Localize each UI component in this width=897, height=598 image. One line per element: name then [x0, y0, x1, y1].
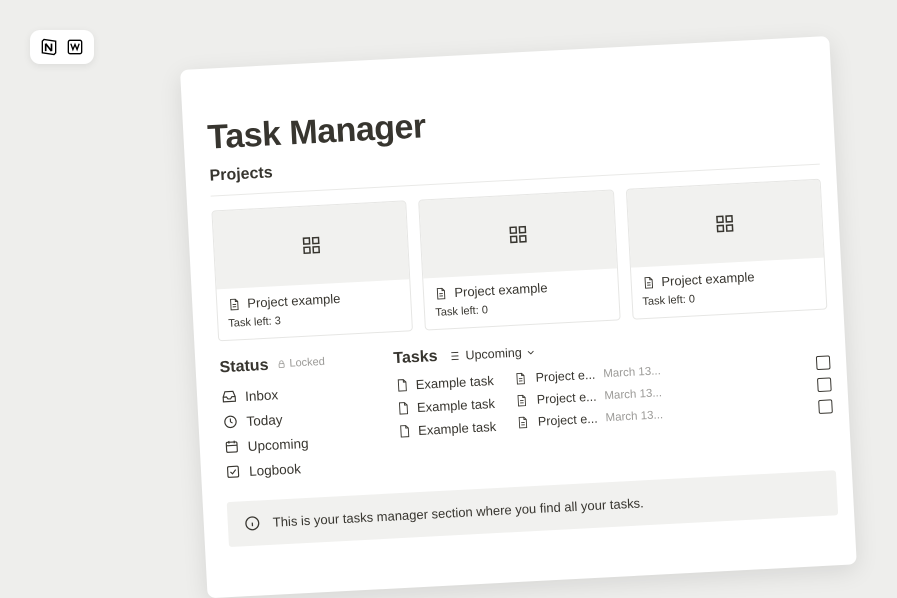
clock-icon — [222, 413, 239, 430]
project-title: Project example — [454, 280, 548, 300]
task-item[interactable]: Example task — [394, 373, 494, 393]
task-checkbox[interactable] — [818, 399, 833, 414]
project-subtext: Task left: 0 — [435, 298, 609, 319]
grid-icon — [508, 224, 529, 245]
app-logo-badges — [30, 30, 94, 64]
project-card[interactable]: Project example Task left: 0 — [418, 189, 620, 330]
page-icon — [641, 275, 656, 290]
tasks-left-list: Example task Example task — [394, 373, 496, 439]
locked-indicator: Locked — [276, 356, 325, 371]
page-icon — [434, 286, 449, 301]
status-item-inbox[interactable]: Inbox — [221, 381, 372, 405]
page-icon — [513, 371, 528, 386]
project-title: Project example — [661, 269, 755, 289]
status-item-label: Upcoming — [247, 435, 308, 453]
task-label: Example task — [417, 396, 496, 415]
project-cover — [212, 201, 409, 289]
task-label: Example task — [418, 419, 497, 438]
tasks-column: Tasks Upcoming — [393, 327, 835, 471]
lock-icon — [276, 359, 287, 370]
chevron-down-icon — [525, 346, 537, 358]
task-row-name: Project e... — [538, 412, 598, 429]
page-icon — [397, 423, 413, 439]
project-subtext: Task left: 3 — [228, 309, 402, 330]
info-icon — [243, 514, 261, 532]
secondary-logo-icon — [64, 36, 86, 58]
notion-logo-icon — [38, 36, 60, 58]
page-icon — [227, 297, 242, 312]
page-card: Task Manager Projects Project e — [180, 36, 857, 598]
task-row-date: March 13... — [603, 358, 809, 381]
grid-icon — [301, 235, 322, 256]
inbox-icon — [221, 388, 238, 405]
projects-gallery: Project example Task left: 3 — [211, 179, 827, 342]
project-card[interactable]: Project example Task left: 0 — [625, 179, 827, 320]
list-icon — [447, 349, 462, 364]
task-checkbox[interactable] — [817, 377, 832, 392]
task-row-date: March 13... — [605, 401, 811, 424]
task-item[interactable]: Example task — [397, 419, 497, 439]
status-heading: Status — [219, 357, 269, 378]
status-item-today[interactable]: Today — [222, 406, 373, 430]
page-icon — [396, 400, 412, 416]
locked-label: Locked — [289, 356, 325, 370]
project-title: Project example — [247, 291, 341, 311]
project-card[interactable]: Project example Task left: 3 — [211, 200, 413, 341]
grid-icon — [715, 213, 736, 234]
status-column: Status Locked Inbox — [219, 351, 375, 480]
tasks-right-list: Project e... March 13... Project e... Ma… — [513, 355, 833, 433]
status-item-label: Today — [246, 412, 283, 429]
view-switcher[interactable]: Upcoming — [447, 345, 537, 364]
callout-text: This is your tasks manager section where… — [272, 495, 644, 529]
task-row-date: March 13... — [604, 380, 810, 403]
task-row-name: Project e... — [536, 390, 596, 407]
project-cover — [419, 191, 616, 279]
task-item[interactable]: Example task — [396, 396, 496, 416]
status-item-logbook[interactable]: Logbook — [225, 456, 376, 480]
info-callout: This is your tasks manager section where… — [227, 470, 839, 547]
page-icon — [516, 415, 531, 430]
view-label: Upcoming — [465, 346, 522, 363]
checkbox-icon — [225, 463, 242, 480]
task-checkbox[interactable] — [816, 355, 831, 370]
status-item-label: Logbook — [249, 461, 302, 479]
page-icon — [514, 393, 529, 408]
task-label: Example task — [415, 373, 494, 392]
status-item-label: Inbox — [245, 387, 279, 404]
project-subtext: Task left: 0 — [642, 287, 816, 308]
task-row-name: Project e... — [535, 368, 595, 385]
tasks-heading: Tasks — [393, 348, 438, 368]
page-icon — [394, 377, 410, 393]
project-cover — [627, 180, 824, 268]
status-item-upcoming[interactable]: Upcoming — [223, 431, 374, 455]
calendar-icon — [223, 438, 240, 455]
